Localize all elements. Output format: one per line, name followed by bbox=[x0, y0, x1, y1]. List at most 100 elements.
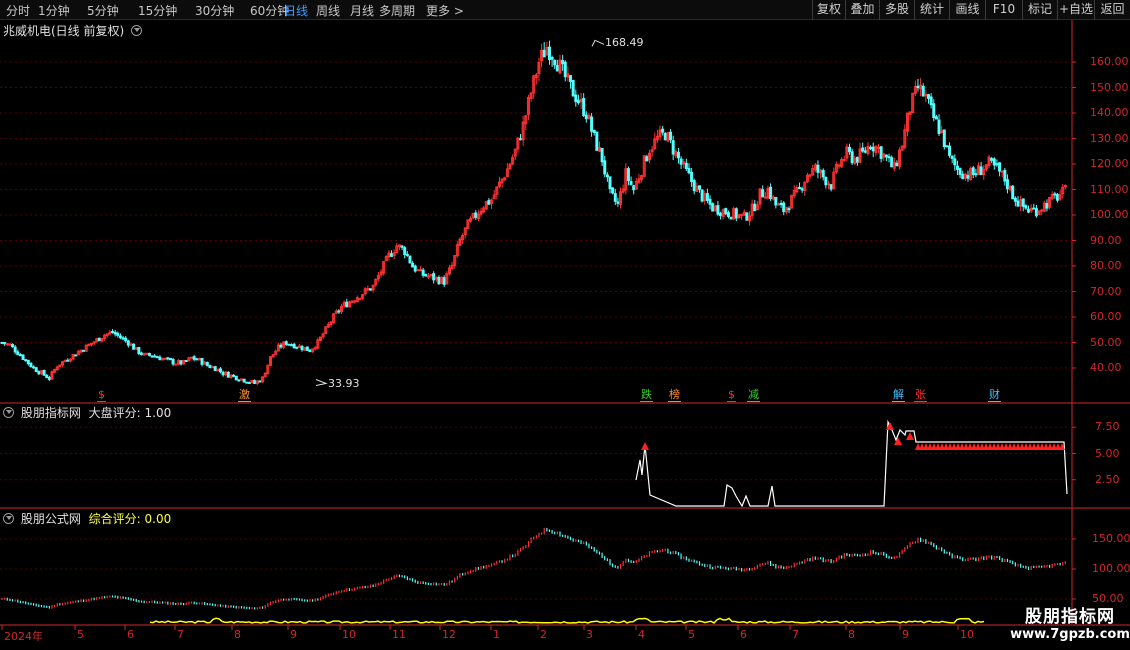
candle-body bbox=[953, 158, 957, 166]
candle-body bbox=[11, 344, 15, 348]
candle-body bbox=[168, 357, 172, 361]
candle-body bbox=[590, 116, 594, 132]
candle-body bbox=[158, 356, 162, 361]
candle-body bbox=[82, 349, 86, 352]
candle-body bbox=[671, 140, 675, 155]
candle-body bbox=[990, 158, 994, 161]
period-tab[interactable]: 1分钟 bbox=[38, 2, 70, 19]
candle-body bbox=[74, 354, 78, 357]
watermark: 股朋指标网 www.7gpzb.com bbox=[1010, 602, 1130, 642]
candle-body bbox=[287, 343, 291, 346]
candle-body bbox=[887, 156, 891, 159]
chevron-down-icon[interactable] bbox=[3, 513, 14, 524]
candle-body bbox=[950, 155, 954, 159]
x-tick-label: 1 bbox=[493, 628, 500, 641]
y-tick-label: 130.00 bbox=[1090, 131, 1129, 145]
candle-body bbox=[592, 129, 596, 133]
composite-line bbox=[149, 617, 985, 624]
candle-body bbox=[663, 132, 667, 141]
candle-body bbox=[29, 362, 33, 368]
candle-body bbox=[716, 205, 720, 215]
candle-body bbox=[1040, 209, 1044, 212]
candle-body bbox=[934, 116, 938, 120]
candle-body bbox=[118, 335, 122, 339]
period-tab[interactable]: 5分钟 bbox=[87, 2, 119, 19]
high-price-label: 168.49 bbox=[605, 36, 644, 50]
candle-body bbox=[829, 184, 833, 190]
toolbar-button[interactable]: F10 bbox=[985, 0, 1022, 20]
indicator1-name: 股朋指标网 bbox=[20, 406, 81, 420]
candle-body bbox=[411, 262, 415, 268]
candle-body bbox=[726, 212, 730, 217]
x-tick-label: 5 bbox=[77, 628, 84, 641]
candle-body bbox=[782, 202, 786, 213]
y-tick-label: 150.00 bbox=[1092, 532, 1130, 545]
candle-body bbox=[487, 199, 491, 205]
candle-body bbox=[995, 163, 999, 166]
candle-body bbox=[719, 212, 723, 216]
candle-body bbox=[998, 162, 1002, 172]
candle-body bbox=[366, 288, 370, 291]
chevron-down-icon[interactable] bbox=[131, 25, 143, 36]
toolbar-button[interactable]: 叠加 bbox=[845, 0, 879, 20]
y-tick-label: 100.00 bbox=[1090, 208, 1129, 221]
indicator2-label: 综合评分: bbox=[88, 512, 141, 526]
high-marker bbox=[591, 39, 605, 47]
period-tab[interactable]: 月线 bbox=[350, 2, 374, 19]
candle-body bbox=[926, 94, 930, 99]
period-tab[interactable]: 更多 > bbox=[426, 2, 464, 19]
period-tab[interactable]: 分时 bbox=[6, 2, 30, 19]
candle-body bbox=[190, 356, 194, 359]
period-tab[interactable]: 周线 bbox=[316, 2, 340, 19]
y-tick-label: 120.00 bbox=[1090, 157, 1129, 170]
period-tab[interactable]: 30分钟 bbox=[195, 2, 234, 19]
chevron-down-icon[interactable] bbox=[3, 407, 14, 418]
candle-body bbox=[842, 158, 846, 161]
indicator2-title[interactable]: 股朋公式网 综合评分: 0.00 bbox=[3, 510, 171, 527]
candle-body bbox=[729, 216, 733, 220]
candle-body bbox=[1027, 208, 1031, 213]
candle-body bbox=[421, 269, 425, 276]
period-tab[interactable]: 15分钟 bbox=[138, 2, 177, 19]
period-tab[interactable]: 多周期 bbox=[379, 2, 415, 19]
toolbar-button[interactable]: +自选 bbox=[1057, 0, 1094, 20]
candle-body bbox=[66, 359, 70, 362]
candle-body bbox=[1021, 198, 1025, 207]
candle-body bbox=[1003, 169, 1007, 182]
indicator1-value: 1.00 bbox=[144, 406, 172, 420]
candle-body bbox=[974, 173, 978, 176]
candle-body bbox=[942, 129, 946, 148]
x-tick-label: 2 bbox=[540, 628, 547, 641]
candle-body bbox=[669, 131, 673, 141]
candle-body bbox=[308, 349, 312, 353]
toolbar-button[interactable]: 返回 bbox=[1094, 0, 1130, 20]
x-tick-label: 2024年 bbox=[4, 630, 43, 643]
candle-body bbox=[561, 60, 565, 65]
toolbar-button[interactable]: 多股 bbox=[879, 0, 914, 20]
candle-body bbox=[32, 366, 36, 369]
indicator1-title[interactable]: 股朋指标网 大盘评分: 1.00 bbox=[3, 404, 171, 421]
score-line bbox=[635, 419, 1068, 508]
x-tick-label: 7 bbox=[792, 628, 799, 641]
candle-body bbox=[5, 343, 9, 346]
main-panel-title[interactable]: 兆威机电(日线 前复权) bbox=[3, 22, 145, 39]
candle-body bbox=[89, 342, 93, 345]
chart-canvas bbox=[0, 20, 1130, 630]
candle-body bbox=[932, 103, 936, 119]
y-tick-label: 90.00 bbox=[1090, 233, 1122, 247]
candle-body bbox=[18, 354, 22, 357]
candle-body bbox=[247, 381, 251, 384]
y-tick-label: 5.00 bbox=[1095, 446, 1120, 460]
candle-body bbox=[692, 180, 696, 192]
candle-body bbox=[47, 376, 51, 380]
toolbar-button[interactable]: 画线 bbox=[949, 0, 985, 20]
candle-body bbox=[921, 85, 925, 97]
watermark-title: 股朋指标网 bbox=[1025, 607, 1115, 627]
toolbar-button[interactable]: 复权 bbox=[812, 0, 845, 20]
period-tab[interactable]: 日线 bbox=[284, 2, 308, 19]
y-tick-label: 60.00 bbox=[1090, 310, 1122, 323]
toolbar-button[interactable]: 标记 bbox=[1022, 0, 1057, 20]
candle-body bbox=[855, 156, 859, 163]
toolbar-button[interactable]: 统计 bbox=[914, 0, 949, 20]
candle-body bbox=[124, 337, 128, 342]
